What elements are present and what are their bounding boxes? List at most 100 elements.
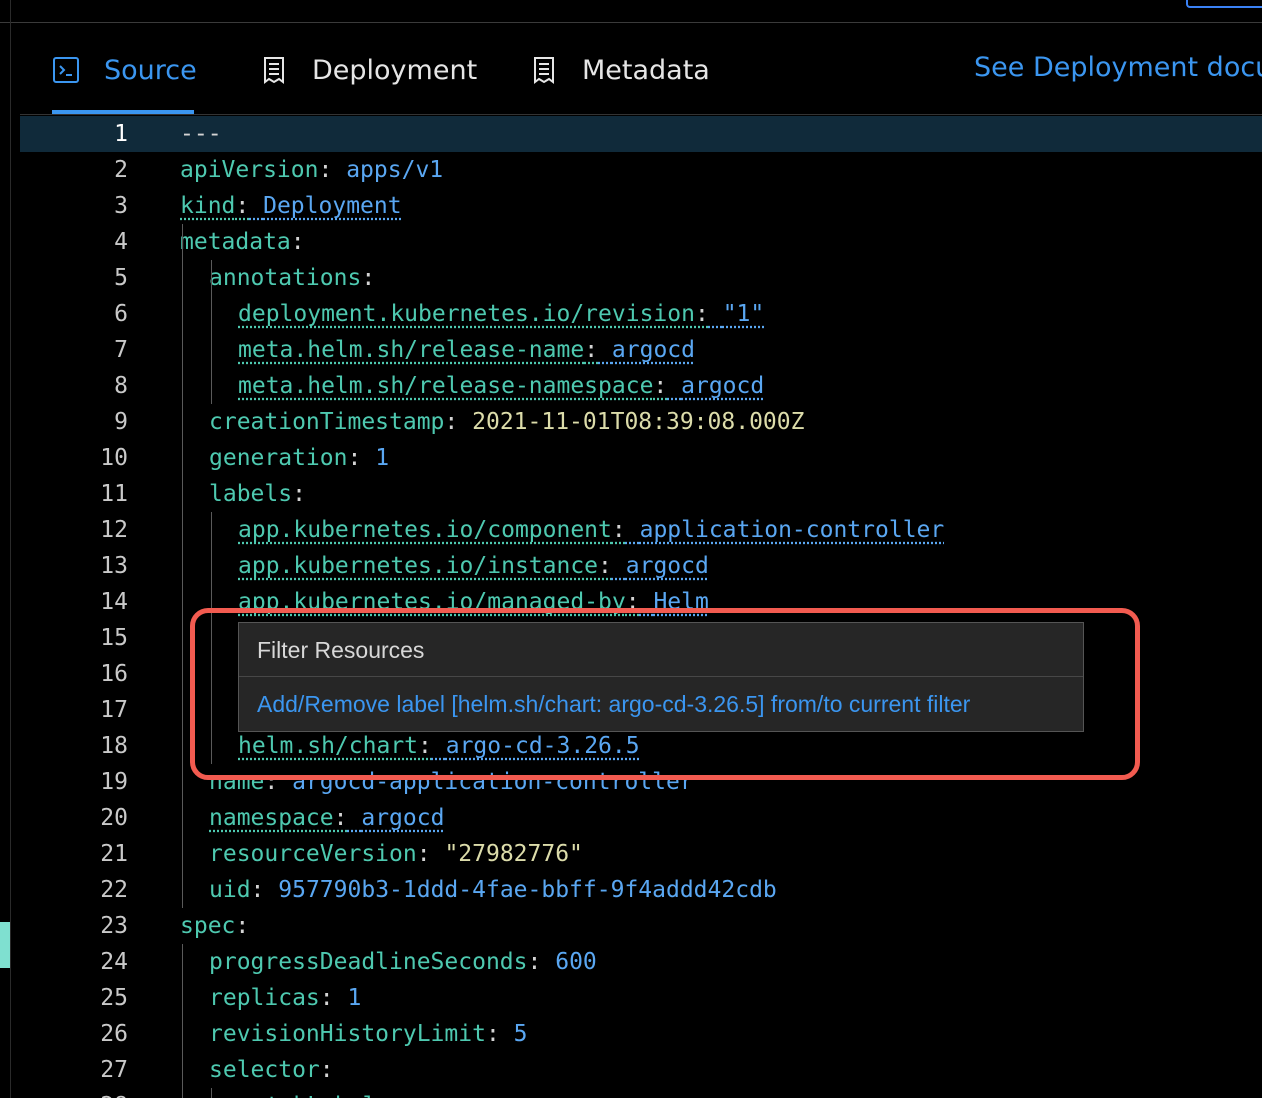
yaml-value[interactable]: argocd <box>612 337 695 363</box>
yaml-value[interactable]: argocd <box>681 373 764 399</box>
tab-deployment-label: Deployment <box>312 54 478 86</box>
yaml-colon: : <box>444 409 459 435</box>
yaml-key: replicas <box>209 985 320 1011</box>
yaml-value: 600 <box>555 949 597 975</box>
document-icon <box>534 57 554 84</box>
line-number: 25 <box>100 985 128 1011</box>
yaml-key: creationTimestamp <box>209 409 445 435</box>
tab-source[interactable]: Source <box>52 50 197 90</box>
yaml-colon: : <box>390 1093 404 1098</box>
line-code: apiVersion: apps/v1 <box>180 152 443 188</box>
yaml-key[interactable]: namespace <box>209 805 334 831</box>
yaml-space <box>249 193 263 219</box>
yaml-key[interactable]: meta.helm.sh/release-namespace <box>238 373 653 399</box>
line-number: 16 <box>100 661 128 687</box>
yaml-key[interactable]: meta.helm.sh/release-name <box>238 337 584 363</box>
line-number: 10 <box>100 445 128 471</box>
line-number: 14 <box>100 589 128 615</box>
yaml-value[interactable]: application-controller <box>640 517 945 543</box>
yaml-space <box>709 301 723 327</box>
code-line: 9 creationTimestamp: 2021-11-01T08:39:08.… <box>20 404 1262 440</box>
line-number: 26 <box>100 1021 128 1047</box>
code-line: 26 revisionHistoryLimit: 5 <box>20 1016 1262 1052</box>
yaml-colon: : <box>292 481 306 507</box>
yaml-key: revisionHistoryLimit <box>209 1021 486 1047</box>
yaml-colon: : <box>611 517 626 543</box>
document-icon <box>264 57 284 84</box>
yaml-space <box>431 841 445 867</box>
yaml-colon: : <box>527 949 542 975</box>
code-line: 3 kind: Deployment <box>20 188 1262 224</box>
yaml-value: 2021-11-01T08:39:08.000Z <box>472 409 805 435</box>
line-code: namespace: argocd <box>209 800 444 836</box>
yaml-space <box>612 553 626 579</box>
yaml-key[interactable]: kind <box>180 193 235 219</box>
tab-bar-divider <box>20 114 1262 115</box>
line-number: 5 <box>114 265 128 291</box>
yaml-colon: : <box>290 229 305 255</box>
tab-source-label: Source <box>104 54 197 86</box>
highlight-annotation <box>190 608 1140 780</box>
deployment-docs-link[interactable]: See Deployment docu <box>974 52 1262 83</box>
yaml-key[interactable]: app.kubernetes.io/component <box>238 517 612 543</box>
yaml-key: labels <box>209 481 293 507</box>
yaml-colon: : <box>598 553 612 579</box>
line-code: replicas: 1 <box>209 980 361 1016</box>
line-number: 3 <box>114 193 128 219</box>
yaml-space <box>334 985 348 1011</box>
line-code: metadata: <box>180 224 305 260</box>
yaml-key: annotations <box>209 265 362 291</box>
yaml-space <box>347 805 361 831</box>
yaml-space <box>598 337 612 363</box>
top-right-control[interactable] <box>1186 0 1262 8</box>
yaml-value[interactable]: argocd <box>361 805 444 831</box>
tab-metadata[interactable]: Metadata <box>530 50 710 90</box>
yaml-key: resourceVersion <box>209 841 417 867</box>
line-code: labels: <box>209 476 306 512</box>
line-number: 12 <box>100 517 128 543</box>
yaml-viewer-page: Source Deployment Metadata See Deploymen… <box>0 0 1262 1098</box>
yaml-space <box>361 445 375 471</box>
yaml-colon: : <box>584 337 599 363</box>
yaml-space <box>500 1021 514 1047</box>
yaml-key[interactable]: app.kubernetes.io/instance <box>238 553 598 579</box>
yaml-colon: : <box>319 1057 334 1083</box>
yaml-value: "27982776" <box>444 841 583 867</box>
line-number: 8 <box>114 373 128 399</box>
indent-guide <box>182 224 183 908</box>
line-code: meta.helm.sh/release-name: argocd <box>238 332 695 368</box>
yaml-value[interactable]: "1" <box>723 301 765 327</box>
yaml-value[interactable]: Deployment <box>263 193 401 219</box>
yaml-space <box>264 877 278 903</box>
yaml-value[interactable]: argocd <box>626 553 709 579</box>
line-number: 23 <box>100 913 128 939</box>
indent-guide <box>182 944 183 1098</box>
yaml-key[interactable]: deployment.kubernetes.io/revision <box>238 301 695 327</box>
yaml-colon: : <box>318 157 333 183</box>
line-code: meta.helm.sh/release-namespace: argocd <box>238 368 764 404</box>
line-code: revisionHistoryLimit: 5 <box>209 1016 528 1052</box>
yaml-colon: : <box>250 877 265 903</box>
line-number: 17 <box>100 697 128 723</box>
line-code: app.kubernetes.io/component: application… <box>238 512 944 548</box>
yaml-colon: : <box>235 193 250 219</box>
code-line: 1 --- <box>20 116 1262 152</box>
line-code: app.kubernetes.io/instance: argocd <box>238 548 709 584</box>
line-code: selector: <box>209 1052 334 1088</box>
code-line: 25 replicas: 1 <box>20 980 1262 1016</box>
yaml-space <box>541 949 555 975</box>
tab-deployment[interactable]: Deployment <box>260 50 477 90</box>
yaml-key: metadata <box>180 229 291 255</box>
line-number: 15 <box>100 625 128 651</box>
yaml-editor[interactable]: 1 --- 2 apiVersion: apps/v1 3 kind: Deploymen… <box>20 116 1262 1098</box>
yaml-value: 957790b3-1ddd-4fae-bbff-9f4addd42cdb <box>278 877 777 903</box>
line-code: --- <box>180 116 222 152</box>
indent-guide <box>211 1088 212 1098</box>
line-number: 27 <box>100 1057 128 1083</box>
tab-metadata-label: Metadata <box>582 54 710 86</box>
code-line: 22 uid: 957790b3-1ddd-4fae-bbff-9f4addd42… <box>20 872 1262 908</box>
yaml-colon: : <box>416 841 431 867</box>
code-line: 10 generation: 1 <box>20 440 1262 476</box>
line-number: 9 <box>114 409 128 435</box>
code-line: 6 deployment.kubernetes.io/revision: "1" <box>20 296 1262 332</box>
